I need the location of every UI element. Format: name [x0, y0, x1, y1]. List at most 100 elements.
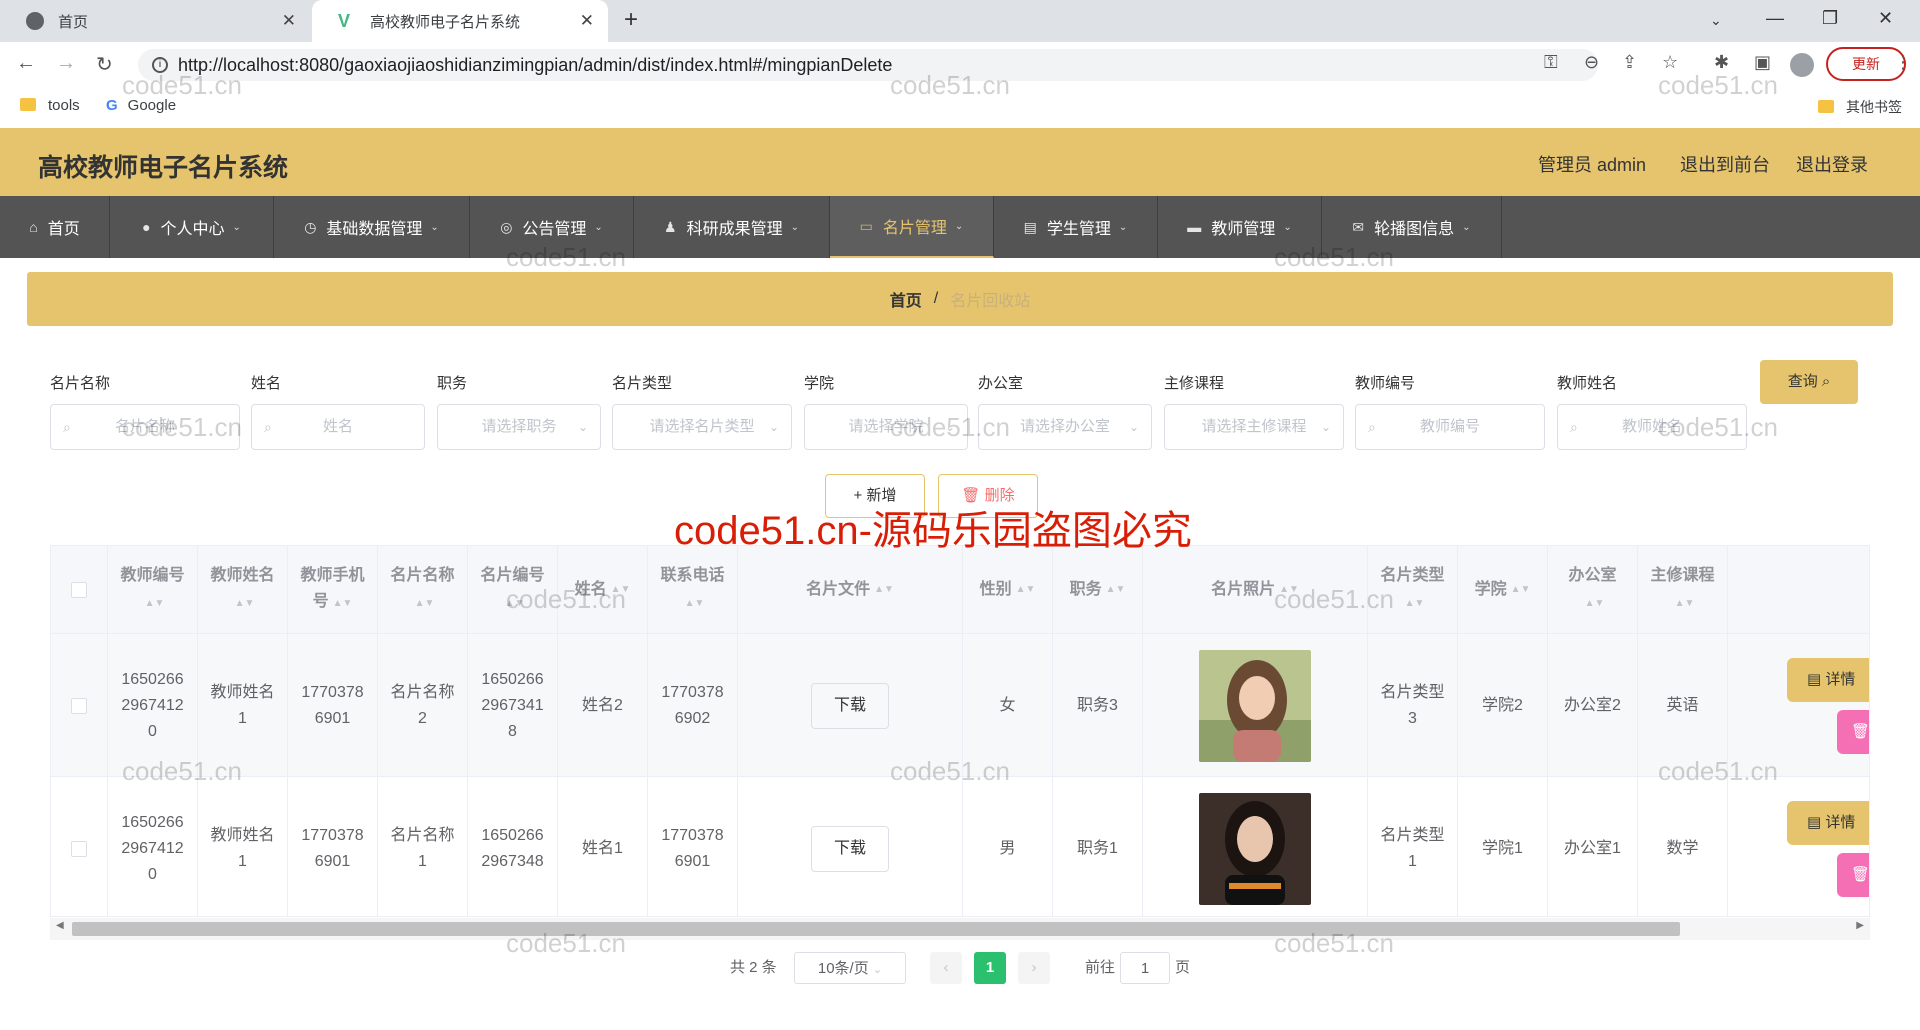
sort-icon[interactable]: ▲▼ [415, 591, 435, 617]
info-icon[interactable]: i [152, 57, 168, 73]
sort-icon[interactable]: ▲▼ [1016, 577, 1036, 603]
card-photo[interactable] [1199, 792, 1311, 905]
column-header[interactable]: 姓名 ▲▼ [558, 546, 648, 634]
column-header[interactable]: 教师姓名 ▲▼ [198, 546, 288, 634]
download-button[interactable]: 下载 [811, 825, 889, 872]
url-bar[interactable]: i http://localhost:8080/gaoxiaojiaoshidi… [138, 49, 1598, 81]
card-photo[interactable] [1199, 649, 1311, 762]
horizontal-scrollbar[interactable]: ◀ ▶ [50, 918, 1870, 940]
scroll-left-icon[interactable]: ◀ [56, 920, 64, 931]
bookmark-google[interactable]: G Google [106, 97, 176, 114]
column-header[interactable]: 性别 ▲▼ [963, 546, 1053, 634]
name-input[interactable]: ⌕ 姓名 [251, 404, 425, 450]
sort-icon[interactable]: ▲▼ [145, 591, 165, 617]
office-select[interactable]: 请选择办公室 ⌄ [978, 404, 1152, 450]
search-button[interactable]: 查询 ⌕ [1760, 360, 1858, 404]
duty-select[interactable]: 请选择职务 ⌄ [437, 404, 601, 450]
row-checkbox[interactable] [71, 697, 87, 714]
browser-tab-home[interactable]: 首页 ✕ [0, 0, 310, 42]
column-header[interactable]: 主修课程 ▲▼ [1638, 546, 1728, 634]
star-icon[interactable]: ☆ [1662, 52, 1678, 73]
sort-icon[interactable]: ▲▼ [1106, 577, 1126, 603]
column-header[interactable]: 教师手机号 ▲▼ [288, 546, 378, 634]
menu-personal[interactable]: ● 个人中心 ⌄ [110, 196, 274, 258]
menu-notice[interactable]: ◎ 公告管理 ⌄ [470, 196, 634, 258]
detail-button[interactable]: ▤ 详情 [1787, 801, 1869, 845]
menu-carousel[interactable]: ✉ 轮播图信息 ⌄ [1322, 196, 1502, 258]
course-select[interactable]: 请选择主修课程 ⌄ [1164, 404, 1344, 450]
download-button[interactable]: 下载 [811, 682, 889, 729]
tab-search-icon[interactable]: ⌄ [1710, 12, 1722, 29]
extensions-icon[interactable]: ✱ [1714, 52, 1729, 73]
close-icon[interactable]: ✕ [580, 11, 594, 31]
card-name-input[interactable]: ⌕ 名片名称 [50, 404, 240, 450]
browser-tab-active[interactable]: V 高校教师电子名片系统 ✕ [312, 0, 608, 42]
column-header[interactable]: 办公室 ▲▼ [1548, 546, 1638, 634]
sort-icon[interactable]: ▲▼ [505, 591, 525, 617]
minimize-icon[interactable]: — [1766, 8, 1784, 29]
column-header[interactable]: 教师编号 ▲▼ [108, 546, 198, 634]
reload-icon[interactable]: ↻ [96, 52, 113, 77]
key-icon[interactable]: ⚿ [1544, 52, 1558, 73]
breadcrumb-home[interactable]: 首页 [890, 287, 922, 311]
teacher-name-input[interactable]: ⌕ 教师姓名 [1557, 404, 1747, 450]
zoom-icon[interactable]: ⊖ [1584, 52, 1599, 73]
select-all-checkbox[interactable] [71, 581, 87, 598]
sort-icon[interactable]: ▲▼ [685, 591, 705, 617]
share-icon[interactable]: ⇪ [1622, 52, 1637, 73]
prev-page-button[interactable]: ‹ [930, 952, 962, 984]
goto-page-input[interactable]: 1 [1120, 952, 1170, 984]
sidepanel-icon[interactable]: ▣ [1754, 52, 1771, 73]
bookmark-other[interactable]: 其他书签 [1818, 97, 1902, 117]
column-header[interactable]: 名片文件 ▲▼ [738, 546, 963, 634]
menu-basic-data[interactable]: ◷ 基础数据管理 ⌄ [274, 196, 470, 258]
scroll-right-icon[interactable]: ▶ [1856, 920, 1864, 931]
scrollbar-thumb[interactable] [72, 922, 1680, 936]
column-header[interactable]: 名片名称 ▲▼ [378, 546, 468, 634]
column-header[interactable]: 名片类型 ▲▼ [1368, 546, 1458, 634]
restore-icon[interactable]: ❐ [1822, 8, 1838, 29]
filter-label: 办公室 [978, 375, 1024, 392]
logout-link[interactable]: 退出登录 [1796, 151, 1868, 177]
close-icon[interactable]: ✕ [282, 11, 296, 31]
card-type-select[interactable]: 请选择名片类型 ⌄ [612, 404, 792, 450]
forward-icon[interactable]: → [56, 52, 76, 75]
sort-icon[interactable]: ▲▼ [1511, 577, 1531, 603]
back-to-front-link[interactable]: 退出到前台 [1680, 151, 1770, 177]
sort-icon[interactable]: ▲▼ [1405, 591, 1425, 617]
research-icon: ♟ [664, 218, 677, 235]
column-header[interactable]: 联系电话 ▲▼ [648, 546, 738, 634]
more-icon[interactable]: ⋮ [1894, 52, 1912, 73]
sort-icon[interactable]: ▲▼ [235, 591, 255, 617]
page-1-button[interactable]: 1 [974, 952, 1006, 984]
row-delete-button[interactable]: 🗑 [1837, 853, 1869, 897]
column-header[interactable]: 职务 ▲▼ [1053, 546, 1143, 634]
menu-card[interactable]: ▭ 名片管理 ⌄ [830, 196, 994, 258]
sort-icon[interactable]: ▲▼ [1585, 591, 1605, 617]
column-header[interactable]: 学院 ▲▼ [1458, 546, 1548, 634]
sort-icon[interactable]: ▲▼ [611, 577, 631, 603]
sort-icon[interactable]: ▲▼ [333, 591, 353, 617]
window-close-icon[interactable]: ✕ [1878, 8, 1893, 29]
bookmark-tools[interactable]: tools [20, 97, 80, 114]
back-icon[interactable]: ← [16, 52, 36, 75]
teacher-no-input[interactable]: ⌕ 教师编号 [1355, 404, 1545, 450]
new-tab-button[interactable]: + [624, 6, 638, 34]
menu-home[interactable]: ⌂ 首页 [0, 196, 110, 258]
row-delete-button[interactable]: 🗑 [1837, 710, 1869, 754]
profile-avatar[interactable] [1790, 53, 1814, 77]
menu-research[interactable]: ♟ 科研成果管理 ⌄ [634, 196, 830, 258]
menu-teacher[interactable]: ▬ 教师管理 ⌄ [1158, 196, 1322, 258]
sort-icon[interactable]: ▲▼ [874, 577, 894, 603]
row-checkbox[interactable] [71, 840, 87, 857]
detail-button[interactable]: ▤ 详情 [1787, 658, 1869, 702]
sort-icon[interactable]: ▲▼ [1279, 577, 1299, 603]
college-select[interactable]: 请选择学院 ⌄ [804, 404, 968, 450]
menu-student[interactable]: ▤ 学生管理 ⌄ [994, 196, 1158, 258]
sort-icon[interactable]: ▲▼ [1675, 591, 1695, 617]
home-icon: ⌂ [29, 219, 38, 235]
next-page-button[interactable]: › [1018, 952, 1050, 984]
column-header[interactable]: 名片照片 ▲▼ [1143, 546, 1368, 634]
column-header[interactable]: 名片编号 ▲▼ [468, 546, 558, 634]
page-size-select[interactable]: 10条/页 ⌄ [794, 952, 906, 984]
